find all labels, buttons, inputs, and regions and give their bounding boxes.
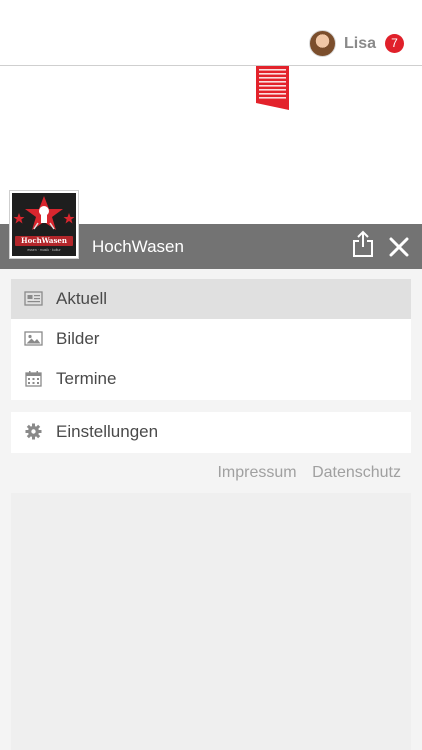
page-title: HochWasen [92,237,184,256]
flag-logo-icon [256,66,289,110]
user-menu[interactable]: Lisa 7 [308,30,404,57]
brand-logo: HochWasen essen · musik · kultur [10,191,78,258]
datenschutz-link[interactable]: Datenschutz [312,464,401,481]
main-menu: Aktuell Bilder Termine [11,279,411,400]
notification-badge[interactable]: 7 [385,34,404,53]
gear-icon [25,423,42,440]
menu-item-label: Termine [56,369,117,388]
logo-wordmark: HochWasen [15,236,73,246]
logo-tagline: essen · musik · kultur [27,248,61,252]
top-bar: Lisa 7 [0,0,422,66]
impressum-link[interactable]: Impressum [217,464,296,481]
content-panel [11,493,411,750]
calendar-icon [25,371,42,387]
star-emblem-icon [13,196,75,230]
settings-menu: Einstellungen [11,412,411,453]
username[interactable]: Lisa [344,35,376,53]
menu-item-label: Aktuell [56,289,108,308]
menu-item-label: Einstellungen [56,422,159,441]
menu-item-termine[interactable]: Termine [11,359,411,399]
menu-item-aktuell[interactable]: Aktuell [11,279,411,319]
menu-item-label: Bilder [56,329,100,348]
close-icon[interactable] [388,236,410,258]
menu-item-bilder[interactable]: Bilder [11,319,411,359]
share-icon[interactable] [351,230,375,258]
avatar[interactable] [308,30,336,57]
footer-links: Impressum Datenschutz [206,464,401,482]
image-icon [24,331,43,346]
news-icon [24,291,43,306]
menu-item-einstellungen[interactable]: Einstellungen [11,412,411,452]
